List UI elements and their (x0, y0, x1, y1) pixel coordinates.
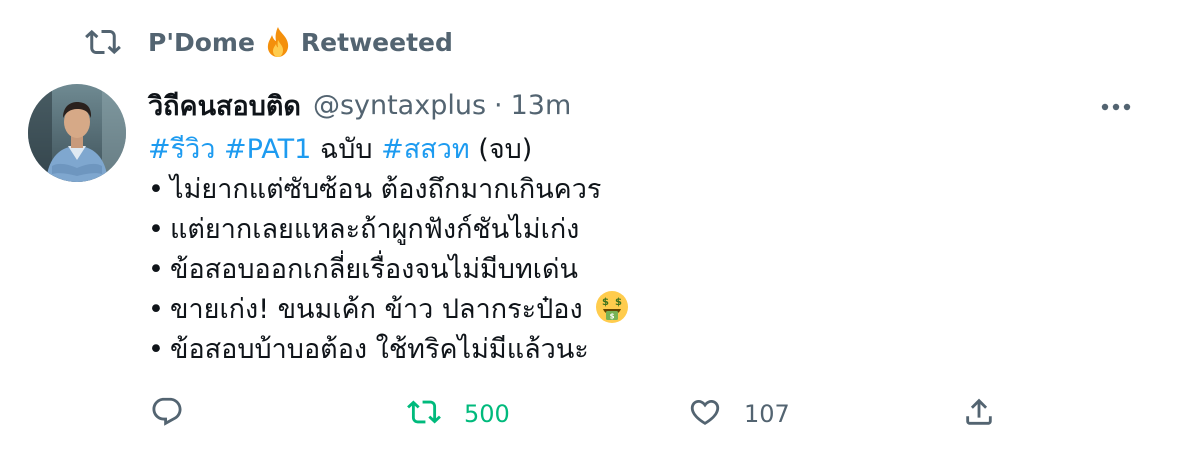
bullet-line: • ข้อสอบบ้าบอต้อง ใช้ทริคไม่มีแล้วนะ (148, 330, 1148, 370)
heart-icon (688, 395, 722, 433)
bullet-text: ข้อสอบบ้าบอต้อง ใช้ทริคไม่มีแล้วนะ (170, 334, 589, 365)
retweet-icon (406, 395, 442, 433)
retweeter-name[interactable]: P'Dome (148, 28, 255, 57)
retweet-label-group: P'Dome Retweeted (148, 26, 453, 58)
text-edition: ฉบับ (319, 134, 373, 165)
retweet-count: 500 (464, 400, 510, 428)
reply-icon (150, 395, 184, 433)
timestamp[interactable]: 13m (511, 90, 572, 121)
share-icon (962, 395, 996, 433)
more-options-button[interactable] (1096, 86, 1136, 126)
bullet-text: แต่ยากเลยแหละถ้าผูกฟังก์ชันไม่เก่ง (170, 214, 580, 245)
user-handle[interactable]: @syntaxplus (313, 90, 486, 121)
like-count: 107 (744, 400, 790, 428)
bullet-line: • ไม่ยากแต่ซับซ้อน ต้องถึกมากเกินควร (148, 170, 1148, 210)
display-name[interactable]: วิถีคนสอบติด (148, 84, 301, 127)
bullet-marker: • (148, 254, 164, 285)
hashtag-ipst[interactable]: #สสวท (381, 134, 470, 165)
reply-button[interactable] (150, 392, 184, 436)
bullet-marker: • (148, 214, 164, 245)
bullet-marker: • (148, 174, 164, 205)
money-mouth-face-icon: $ $ $ (595, 290, 629, 324)
separator-dot: · (494, 89, 503, 121)
retweet-button[interactable]: 500 (406, 392, 510, 436)
tweet-body[interactable]: วิถีคนสอบติด @syntaxplus · 13m #รีวิว #P… (148, 84, 1148, 370)
fire-icon (263, 26, 293, 58)
retweeted-label: Retweeted (300, 27, 453, 57)
like-button[interactable]: 107 (688, 392, 790, 436)
bullet-text: ไม่ยากแต่ซับซ้อน ต้องถึกมากเกินควร (170, 174, 602, 205)
retweet-header: P'Dome Retweeted (82, 22, 453, 62)
svg-text:$: $ (602, 297, 609, 308)
svg-text:$: $ (610, 313, 615, 321)
avatar[interactable] (28, 84, 126, 182)
tweet-header: วิถีคนสอบติด @syntaxplus · 13m (148, 84, 1148, 126)
tweet-actions: 500 107 (150, 392, 1010, 436)
bullet-text: ขายเก่ง! ขนมเค้ก ข้าว ปลากระป๋อง (170, 294, 583, 325)
tweet-line-hashtags: #รีวิว #PAT1 ฉบับ #สสวท (จบ) (148, 130, 1148, 170)
bullet-text: ข้อสอบออกเกลี่ยเรื่องจนไม่มีบทเด่น (170, 254, 578, 285)
svg-text:$: $ (615, 297, 622, 308)
hashtag-pat1[interactable]: #PAT1 (224, 134, 311, 165)
bullet-marker: • (148, 294, 164, 325)
tweet-text: #รีวิว #PAT1 ฉบับ #สสวท (จบ) • ไม่ยากแต่ซ… (148, 130, 1148, 370)
text-end: (จบ) (478, 134, 533, 165)
bullet-marker: • (148, 334, 164, 365)
retweet-icon (82, 22, 126, 62)
bullet-line: • ข้อสอบออกเกลี่ยเรื่องจนไม่มีบทเด่น (148, 250, 1148, 290)
more-icon (1100, 97, 1132, 116)
bullet-line: • ขายเก่ง! ขนมเค้ก ข้าว ปลากระป๋อง $ $ $ (148, 290, 1148, 330)
bullet-line: • แต่ยากเลยแหละถ้าผูกฟังก์ชันไม่เก่ง (148, 210, 1148, 250)
share-button[interactable] (962, 392, 996, 436)
hashtag-review[interactable]: #รีวิว (148, 134, 215, 165)
